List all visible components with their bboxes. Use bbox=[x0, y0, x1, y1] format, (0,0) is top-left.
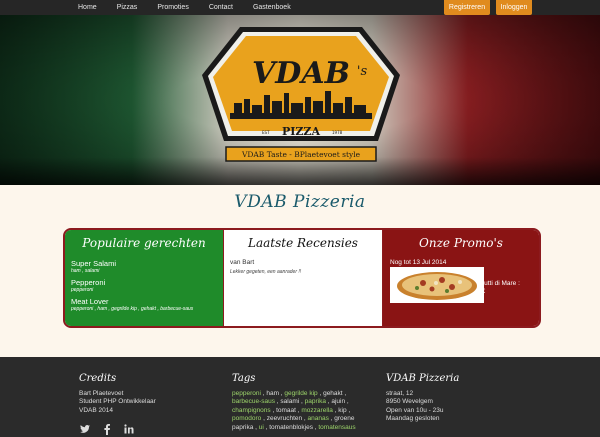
promo-details: Frutti di Mare : 5€ bbox=[478, 280, 520, 296]
credits-line: Bart Plaetevoet bbox=[79, 389, 124, 397]
promo-label: Nog tot 13 Jul 2014 bbox=[390, 259, 447, 266]
promos-title: Onze Promo's bbox=[419, 236, 503, 250]
tag-text: , gehakt , bbox=[317, 389, 347, 397]
promo-pizza-image[interactable] bbox=[390, 267, 484, 303]
logo-brand: VDAB bbox=[252, 56, 350, 91]
page-title: VDAB Pizzeria bbox=[234, 192, 366, 212]
dish-name[interactable]: Meat Lover bbox=[71, 297, 217, 306]
footer-tags: Tags pepperoni , ham , gegrilde kip , ge… bbox=[232, 373, 367, 433]
nav-link-contact[interactable]: Contact bbox=[199, 0, 243, 15]
login-button[interactable]: Inloggen bbox=[496, 0, 532, 15]
credits-line: Student PHP Ontwikkelaar bbox=[79, 398, 156, 405]
tag-link[interactable]: pepperoni bbox=[232, 390, 261, 397]
nav-link-pizzas[interactable]: Pizzas bbox=[107, 0, 148, 15]
tag-text: , ajuin , bbox=[325, 398, 349, 405]
nav-link-gastenboek[interactable]: Gastenboek bbox=[243, 0, 301, 15]
credits-title: Credits bbox=[79, 373, 117, 384]
logo-word: PIZZA bbox=[282, 125, 320, 138]
nav-link-promoties[interactable]: Promoties bbox=[147, 0, 199, 15]
dish-desc: pepperoni , ham , gegrilde kip , gehakt … bbox=[71, 306, 194, 312]
hours-line: Open van 10u - 23u bbox=[386, 406, 444, 414]
address-line: straat, 12 bbox=[386, 389, 414, 397]
logo-brand-suffix: 's bbox=[357, 64, 368, 79]
tags-line: paprika , ui , tomatenblokjes , tomatens… bbox=[232, 424, 367, 433]
popular-title: Populaire gerechten bbox=[82, 236, 206, 250]
tag-text: , kip , bbox=[332, 406, 351, 414]
logo-est: EST bbox=[262, 130, 270, 135]
logo-year: 1978 bbox=[332, 130, 343, 135]
review-author: van Bart bbox=[230, 259, 255, 266]
tags-line: champignons , tomaat , mozzarella , kip … bbox=[232, 407, 367, 416]
tag-text: , tomaat , bbox=[270, 406, 302, 414]
promo-price: 5€ bbox=[478, 288, 486, 295]
hero-banner: VDAB 's EST 1978 PIZZA VDAB Taste - BPla… bbox=[0, 15, 600, 185]
review-text: Lekker gegeten, een aanrader !! bbox=[230, 269, 302, 275]
tag-link[interactable]: paprika bbox=[305, 398, 326, 405]
tag-text: paprika , bbox=[232, 423, 259, 431]
tags-line: pomodoro , zeevruchten , ananas , groene bbox=[232, 415, 367, 424]
reviews-panel: Laatste Recensies van Bart Lekker gegete… bbox=[223, 230, 383, 326]
logo-tagline: VDAB Taste - BPlaetevoet style bbox=[241, 150, 361, 159]
nav-link-home[interactable]: Home bbox=[68, 0, 107, 15]
vdab-logo: VDAB 's EST 1978 PIZZA VDAB Taste - BPla… bbox=[202, 27, 400, 162]
tag-link[interactable]: pomodoro bbox=[232, 415, 261, 422]
tag-text: , groene bbox=[328, 415, 355, 422]
address-line: 8950 Wevelgem bbox=[386, 398, 433, 405]
linkedin-icon[interactable] bbox=[123, 423, 135, 435]
promos-panel: Onze Promo's Nog tot 13 Jul 2014 Frutti … bbox=[383, 230, 539, 326]
footer-info: VDAB Pizzeria straat, 12 8950 Wevelgem O… bbox=[386, 373, 516, 424]
tag-link[interactable]: tomatensaus bbox=[318, 424, 355, 431]
tags-list: pepperoni , ham , gegrilde kip , gehakt … bbox=[232, 390, 367, 433]
popular-dishes-panel: Populaire gerechten Super Salami ham , s… bbox=[65, 230, 223, 326]
tag-link[interactable]: champignons bbox=[232, 407, 271, 414]
dish-desc: ham , salami bbox=[71, 268, 100, 274]
feature-panels: Populaire gerechten Super Salami ham , s… bbox=[63, 228, 541, 328]
footer-credits: Credits Bart Plaetevoet Student PHP Ontw… bbox=[79, 373, 209, 435]
tag-link[interactable]: mozzarella bbox=[301, 407, 332, 414]
tag-link[interactable]: ananas bbox=[308, 415, 329, 422]
facebook-icon[interactable] bbox=[101, 423, 113, 435]
dish-desc: pepperoni bbox=[71, 287, 94, 293]
register-button[interactable]: Registreren bbox=[444, 0, 490, 15]
credits-line: VDAB 2014 bbox=[79, 406, 113, 414]
promo-name[interactable]: Frutti di Mare : bbox=[478, 280, 520, 288]
hours-line: Maandag gesloten bbox=[386, 415, 440, 422]
tags-line: pepperoni , ham , gegrilde kip , gehakt … bbox=[232, 390, 367, 399]
dish-name[interactable]: Super Salami bbox=[71, 259, 217, 268]
reviews-title: Laatste Recensies bbox=[248, 236, 358, 250]
tag-link[interactable]: barbecue-saus bbox=[232, 398, 275, 405]
tags-line: barbecue-saus , salami , paprika , ajuin… bbox=[232, 398, 367, 407]
tag-text: , ham , bbox=[260, 389, 285, 397]
info-title: VDAB Pizzeria bbox=[386, 373, 460, 384]
pizza-icon bbox=[397, 272, 477, 300]
footer: Credits Bart Plaetevoet Student PHP Ontw… bbox=[0, 357, 600, 437]
twitter-icon[interactable] bbox=[79, 423, 91, 435]
top-navbar: Home Pizzas Promoties Contact Gastenboek… bbox=[0, 0, 600, 15]
tags-title: Tags bbox=[232, 373, 256, 384]
tag-text: , salami , bbox=[275, 398, 305, 405]
nav-links: Home Pizzas Promoties Contact Gastenboek bbox=[68, 0, 301, 15]
dish-name[interactable]: Pepperoni bbox=[71, 278, 217, 287]
social-links bbox=[79, 423, 209, 435]
tag-link[interactable]: gegrilde kip bbox=[284, 390, 317, 397]
tag-text: , tomatenblokjes , bbox=[263, 423, 319, 431]
tag-text: , zeevruchten , bbox=[261, 415, 308, 422]
